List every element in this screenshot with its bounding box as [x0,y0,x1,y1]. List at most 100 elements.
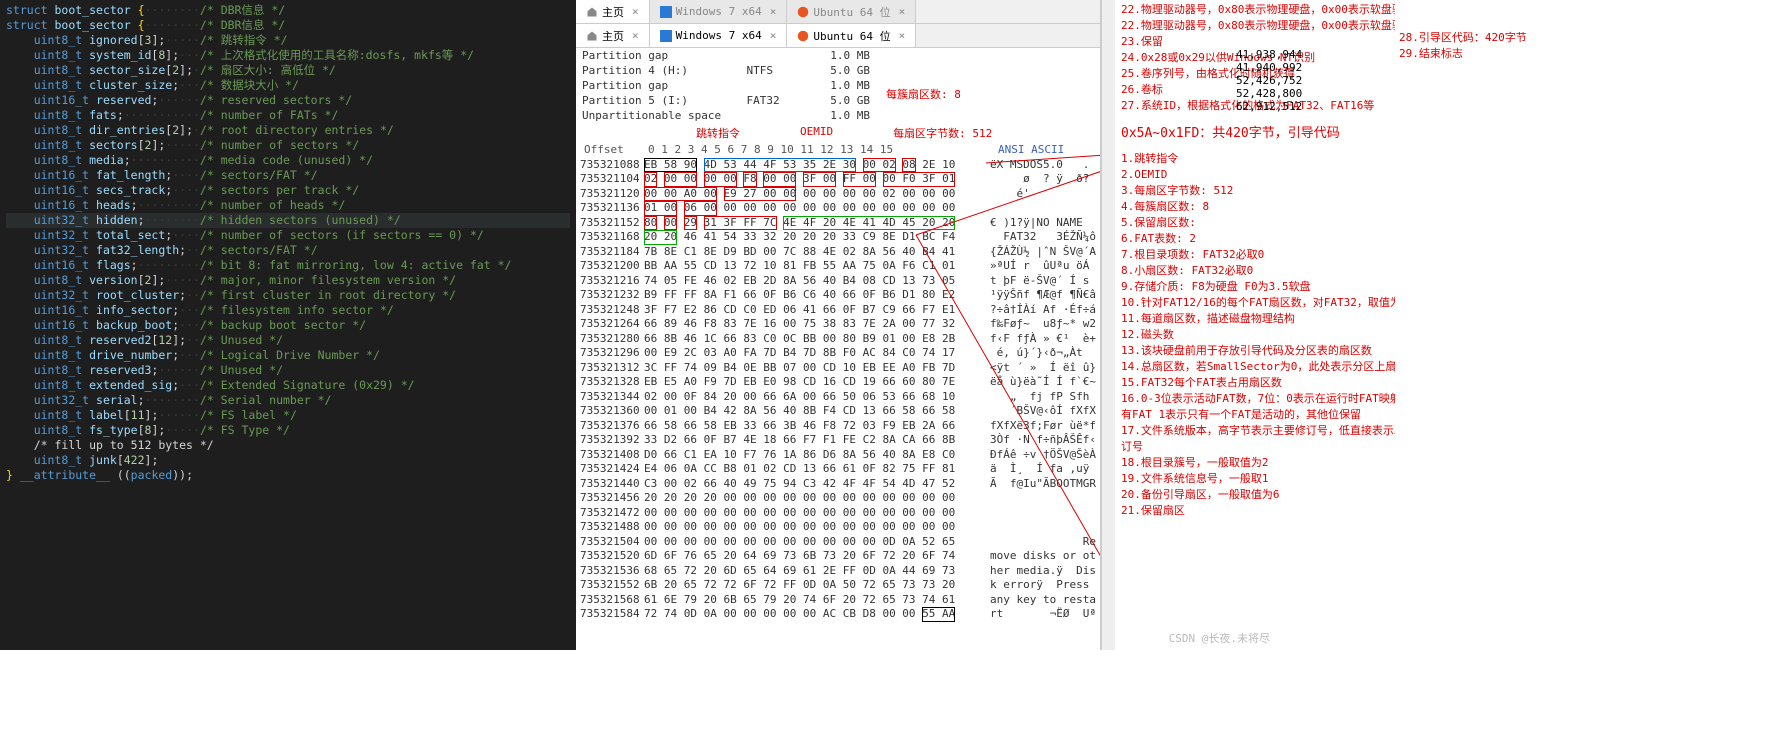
hex-ascii: 3Òf ·N f÷ñþÂŠÊf‹ [976,433,1096,448]
hex-row[interactable]: 735321408D0 66 C1 EA 10 F7 76 1A 86 D6 8… [580,448,1096,463]
partition-offset: 62,912,512 [1236,100,1302,113]
hex-row[interactable]: 735321200BB AA 55 CD 13 72 10 81 FB 55 A… [580,259,1096,274]
hex-ascii: fXfXë3f;Før ùë*f [976,419,1096,434]
hex-offset: 735321552 [580,578,644,593]
hex-ascii: rt ¬ËØ Uª [976,607,1096,622]
hex-viewer[interactable]: Offset 0 1 2 3 4 5 6 7 8 9 10 11 12 13 1… [576,143,1100,650]
code-line: uint16_t secs_track;····/* sectors per t… [6,183,570,198]
hex-row[interactable]: 7353211847B 8E C1 8E D9 BD 00 7C 88 4E 0… [580,245,1096,260]
tab-Ubuntu 64 位[interactable]: Ubuntu 64 位× [787,24,916,47]
hex-row[interactable]: 73532110402 00 00 00 00 F8 00 00 3F 00 F… [580,172,1096,187]
code-line: /* fill up to 512 bytes */ [6,438,570,453]
code-line: uint16_t backup_boot;···/* backup boot s… [6,318,570,333]
hex-bytes: 6B 20 65 72 72 6F 72 FF 0D 0A 50 72 65 7… [644,578,976,593]
code-line: struct boot_sector {········/* DBR信息 */ [6,3,570,18]
hex-offset: 735321584 [580,607,644,622]
hex-row[interactable]: 735321328EB E5 A0 F9 7D EB E0 98 CD 16 C… [580,375,1096,390]
big-red-note: 0x5A~0x1FD：共420字节，引导代码 [1121,122,1389,141]
hex-row[interactable]: 73532126466 89 46 F8 83 7E 16 00 75 38 8… [580,317,1096,332]
hex-row[interactable]: 73532150400 00 00 00 00 00 00 00 00 00 0… [580,535,1096,550]
hex-row[interactable]: 73532139233 D2 66 0F B7 4E 18 66 F7 F1 F… [580,433,1096,448]
close-icon[interactable]: × [770,5,777,18]
tab-label: Ubuntu 64 位 [813,4,890,20]
hex-row[interactable]: 7353215206D 6F 76 65 20 64 69 73 6B 73 2… [580,549,1096,564]
hex-row[interactable]: 73532112000 00 A0 00 E9 27 00 00 00 00 0… [580,187,1096,202]
close-icon[interactable]: × [899,5,906,18]
partition-row[interactable]: Unpartitionable space1.0 MB [576,108,876,123]
tab-Ubuntu 64 位[interactable]: Ubuntu 64 位 × [787,0,916,23]
hex-row[interactable]: 73532158472 74 0D 0A 00 00 00 00 00 AC C… [580,607,1096,622]
hex-row[interactable]: 73532128066 8B 46 1C 66 83 C0 0C BB 00 8… [580,332,1096,347]
code-line: uint8_t fats;···········/* number of FAT… [6,108,570,123]
partition-offset: 41,940,992 [1236,61,1302,74]
hex-ascii [976,491,1017,506]
partition-row[interactable]: Partition gap1.0 MB [576,48,876,63]
hex-bytes: 66 89 46 F8 83 7E 16 00 75 38 83 7E 2A 0… [644,317,976,332]
annotation-item: 4.每簇扇区数: 8 [1121,199,1389,215]
close-icon[interactable]: × [899,29,906,42]
hex-row[interactable]: 73532115280 00 29 31 3F FF 7C 4E 4F 20 4… [580,216,1096,231]
hex-row[interactable]: 735321232B9 FF FF 8A F1 66 0F B6 C6 40 6… [580,288,1096,303]
label-oem: OEMID [800,125,833,141]
byte-cols-header: 0 1 2 3 4 5 6 7 8 9 10 11 12 13 14 15 [648,143,980,158]
tab-Windows 7 x64[interactable]: Windows 7 x64× [650,24,788,47]
hex-row[interactable]: 73532113601 00 06 00 00 00 00 00 00 00 0… [580,201,1096,216]
hex-row[interactable]: 73532145620 20 20 20 00 00 00 00 00 00 0… [580,491,1096,506]
hex-row[interactable]: 73532134402 00 0F 84 20 00 66 6A 00 66 5… [580,390,1096,405]
hex-ascii: f‹F fƒÀ » €¹ è+ [976,332,1096,347]
hex-bytes: 68 65 72 20 6D 65 64 69 61 2E FF 0D 0A 4… [644,564,976,579]
hex-scrollbar[interactable] [1101,0,1115,650]
hex-offset: 735321136 [580,201,644,216]
hex-row[interactable]: 735321424E4 06 0A CC B8 01 02 CD 13 66 6… [580,462,1096,477]
hex-row[interactable]: 73532116820 20 46 41 54 33 32 20 20 20 3… [580,230,1096,245]
hex-bytes: 02 00 00 00 00 F8 00 00 3F 00 FF 00 00 F… [644,172,976,187]
far-right-column: 28.引导区代码：420字节29.结束标志 [1395,0,1560,650]
hex-row[interactable]: 73532121674 05 FE 46 02 EB 2D 8A 56 40 B… [580,274,1096,289]
hex-bytes: 20 20 20 20 00 00 00 00 00 00 00 00 00 0… [644,491,976,506]
hex-row[interactable]: 73532147200 00 00 00 00 00 00 00 00 00 0… [580,506,1096,521]
hex-bytes: 00 01 00 B4 42 8A 56 40 8B F4 CD 13 66 5… [644,404,976,419]
hex-row[interactable]: 7353212483F F7 E2 86 CD C0 ED 06 41 66 0… [580,303,1096,318]
hex-offset: 735321440 [580,477,644,492]
hex-ascii: move disks or ot [976,549,1096,564]
partition-row[interactable]: Partition gap1.0 MB [576,78,876,93]
hex-row[interactable]: 7353215526B 20 65 72 72 6F 72 FF 0D 0A 5… [580,578,1096,593]
tab-Windows 7 x64[interactable]: Windows 7 x64× [650,0,788,23]
close-icon[interactable]: × [632,29,639,42]
hex-bytes: 74 05 FE 46 02 EB 2D 8A 56 40 B4 08 CD 1… [644,274,976,289]
hex-row[interactable]: 73532148800 00 00 00 00 00 00 00 00 00 0… [580,520,1096,535]
hex-bytes: 01 00 06 00 00 00 00 00 00 00 00 00 00 0… [644,201,976,216]
hex-ascii: é' [976,187,1030,202]
partition-offset: 52,426,752 [1236,74,1302,87]
hex-offset: 735321568 [580,593,644,608]
hex-bytes: 00 00 00 00 00 00 00 00 00 00 00 00 00 0… [644,506,976,521]
hex-row[interactable]: 73532156861 6E 79 20 6B 65 79 20 74 6F 2… [580,593,1096,608]
hex-row[interactable]: 735321440C3 00 02 66 40 49 75 94 C3 42 4… [580,477,1096,492]
hex-bytes: BB AA 55 CD 13 72 10 81 FB 55 AA 75 0A F… [644,259,976,274]
hex-row[interactable]: 735321088EB 58 90 4D 53 44 4F 53 35 2E 3… [580,158,1096,173]
code-line: uint8_t sector_size[2];·/* 扇区大小: 高低位 */ [6,63,570,78]
hex-row[interactable]: 73532129600 E9 2C 03 A0 FA 7D B4 7D 8B F… [580,346,1096,361]
annotation-item: 17.文件系统版本，高字节表示主要修订号，低直接表示次要修 [1121,423,1389,439]
tab-主页[interactable]: 主页× [576,0,650,23]
partition-row[interactable]: Partition 4 (H:)NTFS5.0 GB [576,63,876,78]
hex-header: Offset 0 1 2 3 4 5 6 7 8 9 10 11 12 13 1… [580,143,1096,158]
hex-offset: 735321456 [580,491,644,506]
annotation-item: 12.磁头数 [1121,327,1389,343]
hex-offset: 735321216 [580,274,644,289]
annotation-item: 14.总扇区数，若SmallSector为0，此处表示分区上扇区总数 [1121,359,1389,375]
hex-row[interactable]: 73532137666 58 66 58 EB 33 66 3B 46 F8 7… [580,419,1096,434]
tab-主页[interactable]: 主页× [576,24,650,47]
hex-offset: 735321120 [580,187,644,202]
hex-bytes: 00 00 00 00 00 00 00 00 00 00 00 00 00 0… [644,520,976,535]
hex-row[interactable]: 73532136000 01 00 B4 42 8A 56 40 8B F4 C… [580,404,1096,419]
hex-offset: 735321392 [580,433,644,448]
code-editor: struct boot_sector {········/* DBR信息 */s… [0,0,576,650]
close-icon[interactable]: × [632,5,639,18]
hex-row[interactable]: 73532153668 65 72 20 6D 65 64 69 61 2E F… [580,564,1096,579]
hex-bytes: 6D 6F 76 65 20 64 69 73 6B 73 20 6F 72 2… [644,549,976,564]
partition-row[interactable]: Partition 5 (I:)FAT325.0 GB [576,93,876,108]
annotation-far: 28.引导区代码：420字节 [1399,30,1556,46]
hex-row[interactable]: 7353213123C FF 74 09 B4 0E BB 07 00 CD 1… [580,361,1096,376]
close-icon[interactable]: × [770,29,777,42]
